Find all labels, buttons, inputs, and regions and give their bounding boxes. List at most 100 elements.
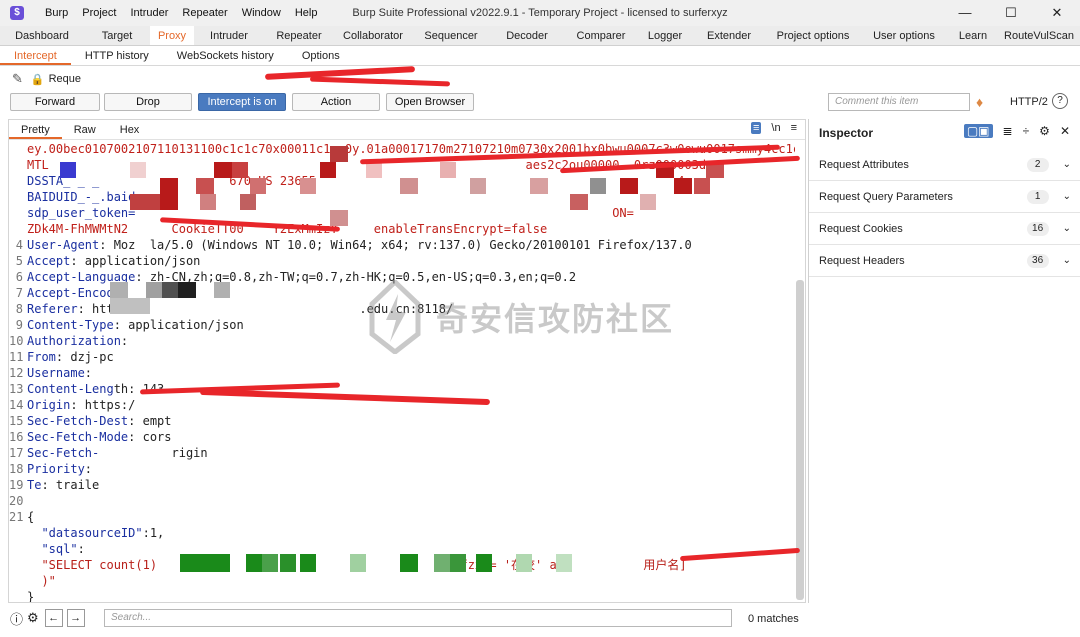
gear-icon[interactable]: ⚙ xyxy=(1039,124,1050,138)
close-icon[interactable]: ✕ xyxy=(1060,124,1070,138)
code-line: sdp_user_token= ON= xyxy=(9,205,795,221)
tab-decoder[interactable]: Decoder xyxy=(490,26,564,45)
maximize-icon[interactable]: ☐ xyxy=(988,0,1034,26)
tab-repeater[interactable]: Repeater xyxy=(264,26,334,45)
newline-icon[interactable]: \n xyxy=(771,122,780,134)
redaction-block xyxy=(530,178,548,194)
tab-collaborator[interactable]: Collaborator xyxy=(334,26,412,45)
subtab-websockets-history[interactable]: WebSockets history xyxy=(163,46,288,65)
menu-burp[interactable]: Burp xyxy=(38,7,75,19)
tab-comparer[interactable]: Comparer xyxy=(564,26,638,45)
tab-intruder[interactable]: Intruder xyxy=(194,26,264,45)
align-icon[interactable]: ≣ xyxy=(1003,124,1013,138)
count-badge: 1 xyxy=(1026,189,1049,204)
code-line: 12 Username: xyxy=(9,365,795,381)
tab-proxy[interactable]: Proxy xyxy=(150,26,194,45)
redaction-block xyxy=(232,162,248,178)
split-icon[interactable]: ÷ xyxy=(1023,124,1030,138)
inspector-section-request-cookies[interactable]: Request Cookies 16 ⌄ xyxy=(809,213,1080,245)
redaction-block xyxy=(694,178,710,194)
open-browser-button[interactable]: Open Browser xyxy=(386,93,474,111)
subtab-intercept[interactable]: Intercept xyxy=(0,46,71,65)
redaction-block xyxy=(246,554,262,572)
code-line: 19 Te: traile xyxy=(9,477,795,493)
request-code[interactable]: ey.00bec0107002107110131100c1c1c70x00011… xyxy=(9,141,795,602)
http-version-label[interactable]: HTTP/2 xyxy=(1010,96,1048,108)
wrap-icon[interactable]: ≡ xyxy=(750,122,762,134)
highlight-palette-icon[interactable]: ♦ xyxy=(976,94,983,110)
chevron-down-icon[interactable]: ⌄ xyxy=(1063,191,1071,202)
redaction-block xyxy=(476,554,492,572)
inspector-section-request-query-parameters[interactable]: Request Query Parameters 1 ⌄ xyxy=(809,181,1080,213)
next-match-button[interactable]: → xyxy=(66,609,85,627)
tab-sequencer[interactable]: Sequencer xyxy=(412,26,490,45)
redaction-block xyxy=(400,554,418,572)
burp-logo-icon: $ xyxy=(10,6,24,20)
redaction-block xyxy=(160,194,178,210)
tab-target[interactable]: Target xyxy=(84,26,150,45)
editor-tab-raw[interactable]: Raw xyxy=(62,120,108,139)
intercept-toggle-button[interactable]: Intercept is on xyxy=(198,93,286,111)
code-token: Sec-Fetch-Mode xyxy=(27,430,129,444)
layout-toggle-icon[interactable]: ▢▣ xyxy=(963,124,993,138)
line-number xyxy=(9,189,27,205)
tab-project-options[interactable]: Project options xyxy=(766,26,860,45)
settings-icon[interactable]: ⚙ xyxy=(27,610,39,626)
tab-dashboard[interactable]: Dashboard xyxy=(0,26,84,45)
tab-learn[interactable]: Learn xyxy=(948,26,998,45)
previous-match-button[interactable]: ← xyxy=(44,609,63,627)
menu-window[interactable]: Window xyxy=(235,7,288,19)
redaction-block xyxy=(240,194,256,210)
help-icon[interactable]: ⓘ xyxy=(10,609,23,628)
pencil-icon[interactable]: ✎ xyxy=(12,71,23,87)
comment-input[interactable]: Comment this item xyxy=(828,93,970,111)
subtab-options[interactable]: Options xyxy=(288,46,354,65)
redaction-block xyxy=(330,210,348,226)
close-icon[interactable]: ✕ xyxy=(1034,0,1080,26)
menu-project[interactable]: Project xyxy=(75,7,123,19)
code-token: Accept xyxy=(27,254,71,268)
editor-tab-hex[interactable]: Hex xyxy=(108,120,152,139)
line-number: 21 xyxy=(9,510,24,524)
menu-intruder[interactable]: Intruder xyxy=(124,7,176,19)
line-number xyxy=(9,573,27,589)
menu-help[interactable]: Help xyxy=(288,7,325,19)
tab-routevulscan[interactable]: RouteVulScan xyxy=(998,26,1080,45)
tab-logger[interactable]: Logger xyxy=(638,26,692,45)
redaction-block xyxy=(178,282,196,298)
line-number xyxy=(9,557,27,573)
menu-repeater[interactable]: Repeater xyxy=(175,7,234,19)
subtab-http-history[interactable]: HTTP history xyxy=(71,46,163,65)
chevron-down-icon[interactable]: ⌄ xyxy=(1063,255,1071,266)
action-button[interactable]: Action xyxy=(292,93,380,111)
code-token: Te xyxy=(27,478,42,492)
menu-bar: Burp Project Intruder Repeater Window Help xyxy=(38,7,324,19)
inspector-section-request-headers[interactable]: Request Headers 36 ⌄ xyxy=(809,245,1080,277)
inspector-section-request-attributes[interactable]: Request Attributes 2 ⌄ xyxy=(809,149,1080,181)
code-token: ON= xyxy=(612,206,634,220)
inspector-section-label: Request Attributes xyxy=(819,158,909,171)
code-token: "SELECT count(1) xyxy=(27,558,158,572)
tab-extender[interactable]: Extender xyxy=(692,26,766,45)
menu-icon[interactable]: ≡ xyxy=(791,122,797,134)
window-controls: — ☐ ✕ xyxy=(942,0,1080,26)
minimize-icon[interactable]: — xyxy=(942,0,988,26)
editor-scrollbar[interactable] xyxy=(796,160,804,600)
line-number xyxy=(9,221,27,237)
search-input[interactable]: Search... xyxy=(104,609,732,627)
drop-button[interactable]: Drop xyxy=(104,93,192,111)
count-badge: 36 xyxy=(1026,253,1049,268)
editor-tab-pretty[interactable]: Pretty xyxy=(9,120,62,139)
code-token: Accept-Encod xyxy=(27,286,114,300)
chevron-down-icon[interactable]: ⌄ xyxy=(1063,159,1071,170)
line-number xyxy=(9,173,27,189)
line-number: 12 xyxy=(9,366,24,380)
tab-user-options[interactable]: User options xyxy=(860,26,948,45)
editor-view-icons: ≡ \n ≡ xyxy=(741,122,797,134)
chevron-down-icon[interactable]: ⌄ xyxy=(1063,223,1071,234)
watermark-logo-icon xyxy=(369,280,421,354)
code-token: ZDk4M-FhMWMtN2 xyxy=(27,222,136,236)
forward-button[interactable]: Forward xyxy=(10,93,100,111)
code-token: : dzj-pc xyxy=(55,350,114,364)
help-icon[interactable]: ? xyxy=(1052,93,1068,109)
